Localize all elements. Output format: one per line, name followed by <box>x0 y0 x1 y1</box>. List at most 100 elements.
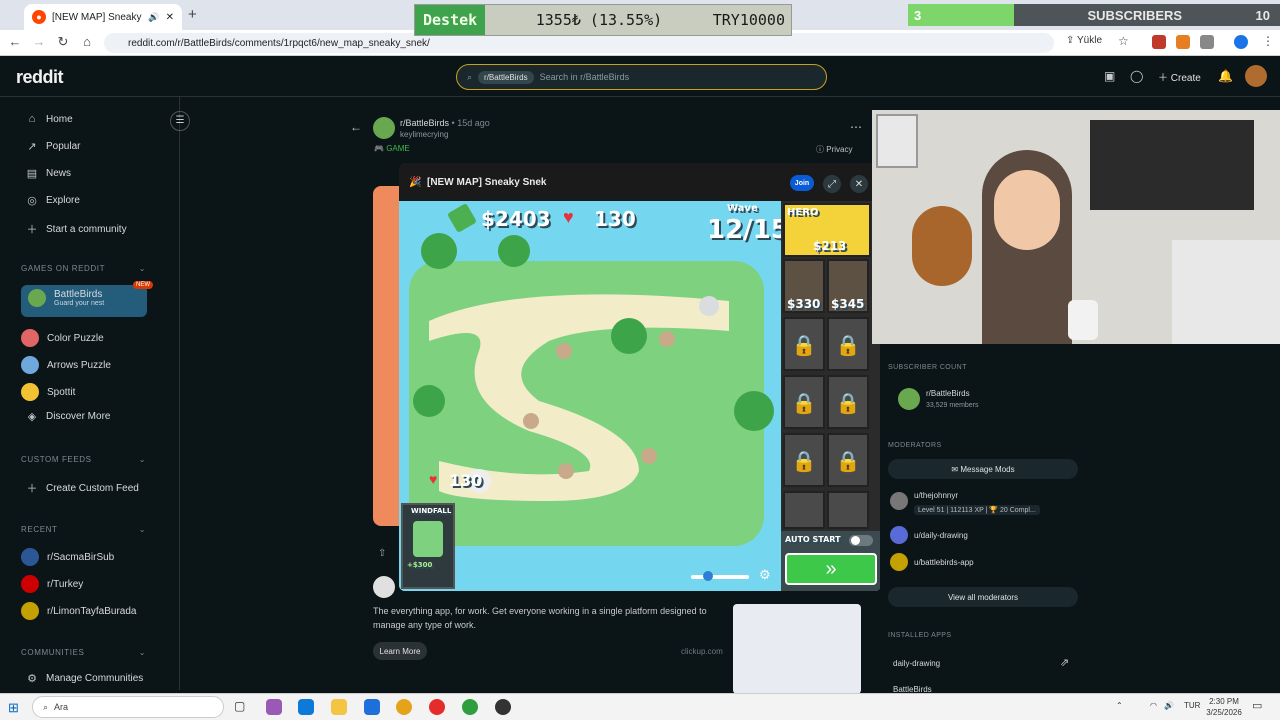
post-subreddit[interactable]: r/BattleBirds <box>400 118 449 128</box>
store-icon[interactable] <box>364 699 380 715</box>
recent-header[interactable]: RECENT ⌄ <box>21 525 146 534</box>
profile-icon[interactable] <box>1234 35 1248 49</box>
recent-item-turkey[interactable]: r/Turkey <box>21 575 83 593</box>
communities-header[interactable]: COMMUNITIES ⌄ <box>21 648 146 657</box>
sidebar-item-popular[interactable]: ↗ Popular <box>26 140 80 153</box>
sidebar-item-news[interactable]: ▤ News <box>26 167 71 180</box>
custom-feeds-header[interactable]: CUSTOM FEEDS ⌄ <box>21 455 146 464</box>
expand-icon[interactable]: ⤢ <box>823 175 841 193</box>
back-icon[interactable]: ← <box>6 34 24 49</box>
sidebar-item-arrows-puzzle[interactable]: Arrows Puzzle <box>21 356 111 374</box>
volume-icon[interactable]: 🔊 <box>1164 701 1174 710</box>
close-tab-icon[interactable]: ✕ <box>166 12 174 23</box>
extension-icon[interactable] <box>1152 35 1166 49</box>
ad-image[interactable] <box>733 604 861 694</box>
fast-forward-button[interactable]: » <box>785 553 877 585</box>
sidebar-item-home[interactable]: ⌂ Home <box>26 113 73 125</box>
extensions-puzzle-icon[interactable] <box>1200 35 1214 49</box>
settings-gear-icon[interactable]: ⚙ <box>759 567 771 583</box>
bird-slot-1[interactable]: $330 <box>783 259 825 313</box>
tray-chevron-icon[interactable]: ⌃ <box>1116 701 1123 710</box>
windfall-bird-icon <box>413 521 443 557</box>
notification-center-icon[interactable]: ▭ <box>1252 699 1262 712</box>
sidebar-item-discover-more[interactable]: ◈ Discover More <box>26 410 111 423</box>
battlebirds-game-entry[interactable]: BattleBirds Guard your nest <box>28 289 104 307</box>
chrome-active-icon[interactable] <box>462 699 478 715</box>
join-button[interactable]: Join <box>790 175 814 191</box>
home-icon[interactable]: ⌂ <box>78 34 96 49</box>
wifi-icon[interactable]: ◠ <box>1150 701 1157 710</box>
recent-item-limontayfaburada[interactable]: r/LimonTayfaBurada <box>21 602 137 620</box>
sidebar-item-explore[interactable]: ◎ Explore <box>26 194 80 207</box>
file-explorer-icon[interactable] <box>331 699 347 715</box>
new-badge: NEW <box>133 281 153 289</box>
manage-communities[interactable]: ⚙ Manage Communities <box>26 672 143 685</box>
reload-icon[interactable]: ↻ <box>54 34 72 50</box>
game-canvas[interactable]: $2403 ♥ 130 Wave 12/15 ♥ 130 HERO $213 $… <box>399 201 881 591</box>
hero-slot[interactable]: HERO $213 <box>783 203 871 257</box>
donation-label: Destek <box>415 5 486 35</box>
upvote-icon[interactable]: ⇧ <box>378 548 386 559</box>
advertise-icon[interactable]: ▣ <box>1104 69 1115 83</box>
edge-icon[interactable] <box>298 699 314 715</box>
clock[interactable]: 2:30 PM 3/25/2026 <box>1206 696 1242 718</box>
clickup-ad-avatar[interactable] <box>373 576 395 598</box>
taskbar-search[interactable]: ⌕ Ara <box>32 696 224 718</box>
learn-more-button[interactable]: Learn More <box>373 642 427 660</box>
external-link-icon[interactable]: ⇗ <box>1060 656 1069 669</box>
windows-taskbar: ⊞ ⌕ Ara ▢ ⌃ ◠ 🔊 TUR 2:30 PM 3/25/2026 ▭ <box>0 693 1280 720</box>
new-tab-button[interactable]: + <box>188 6 197 23</box>
recent-item-sacmabirsub[interactable]: r/SacmaBirSub <box>21 548 114 566</box>
zoom-slider[interactable] <box>691 575 749 579</box>
subreddit-name[interactable]: r/BattleBirds <box>926 389 970 398</box>
search-input[interactable]: ⌕ r/BattleBirds Search in r/BattleBirds <box>456 64 827 90</box>
mod-name[interactable]: u/battlebirds-app <box>914 558 974 567</box>
url-field[interactable]: reddit.com/r/BattleBirds/comments/1rpqct… <box>104 33 1054 53</box>
browser-tab[interactable]: ● [NEW MAP] Sneaky Sne 🔊 ✕ <box>24 4 182 30</box>
search-scope-chip[interactable]: r/BattleBirds <box>478 70 534 84</box>
clock-time: 2:30 PM <box>1209 697 1239 706</box>
installed-app[interactable]: daily-drawing <box>893 659 940 668</box>
back-arrow-icon[interactable]: ← <box>350 120 362 134</box>
opera-icon[interactable] <box>429 699 445 715</box>
notifications-bell-icon[interactable]: 🔔 <box>1218 69 1233 83</box>
section-title: CUSTOM FEEDS <box>21 455 92 464</box>
mod-name[interactable]: u/thejohnnyr <box>914 491 958 500</box>
forward-icon[interactable]: → <box>30 34 48 49</box>
subreddit-avatar[interactable] <box>373 117 395 139</box>
sidebar-item-start-community[interactable]: ＋ Start a community <box>26 221 127 237</box>
obs-icon[interactable] <box>495 699 511 715</box>
privacy-link[interactable]: ⓘ Privacy <box>816 144 852 155</box>
windfall-card[interactable]: WINDFALL +$300 <box>401 503 455 589</box>
message-mods-button[interactable]: ✉ Message Mods <box>888 459 1078 479</box>
bird-slot-2[interactable]: $345 <box>827 259 869 313</box>
ad-domain[interactable]: clickup.com <box>681 647 723 656</box>
chrome-menu-icon[interactable]: ⋮ <box>1262 34 1274 48</box>
games-section-header[interactable]: GAMES ON REDDIT ⌄ <box>21 264 146 273</box>
language-indicator[interactable]: TUR <box>1184 701 1200 710</box>
copilot-icon[interactable] <box>266 699 282 715</box>
post-more-icon[interactable]: ⋯ <box>850 120 862 134</box>
sidebar-item-color-puzzle[interactable]: Color Puzzle <box>21 329 104 347</box>
windows-start-icon[interactable]: ⊞ <box>8 700 19 716</box>
view-all-moderators-button[interactable]: View all moderators <box>888 587 1078 607</box>
chat-icon[interactable]: ◯ <box>1130 69 1143 83</box>
collapse-sidebar-icon[interactable]: ☰ <box>170 111 190 131</box>
metamask-icon[interactable] <box>1176 35 1190 49</box>
zoom-slider-handle[interactable] <box>703 571 713 581</box>
auto-start-toggle[interactable] <box>849 535 873 546</box>
create-button[interactable]: ＋ Create <box>1158 69 1201 84</box>
close-icon[interactable]: ✕ <box>850 175 868 193</box>
install-button[interactable]: ⇪ Yükle <box>1066 35 1102 46</box>
chrome-icon[interactable] <box>396 699 412 715</box>
reddit-logo[interactable]: reddit <box>16 67 64 88</box>
mod-name[interactable]: u/daily-drawing <box>914 531 968 540</box>
create-custom-feed[interactable]: ＋ Create Custom Feed <box>26 480 139 496</box>
post-author[interactable]: keylimecrying <box>400 130 448 139</box>
bookmark-star-icon[interactable]: ☆ <box>1118 34 1129 48</box>
user-avatar[interactable] <box>1245 65 1267 87</box>
mod-avatar <box>890 553 908 571</box>
sidebar-item-spottit[interactable]: Spottit <box>21 383 75 401</box>
task-view-icon[interactable]: ▢ <box>234 699 245 713</box>
audio-icon[interactable]: 🔊 <box>148 12 159 23</box>
